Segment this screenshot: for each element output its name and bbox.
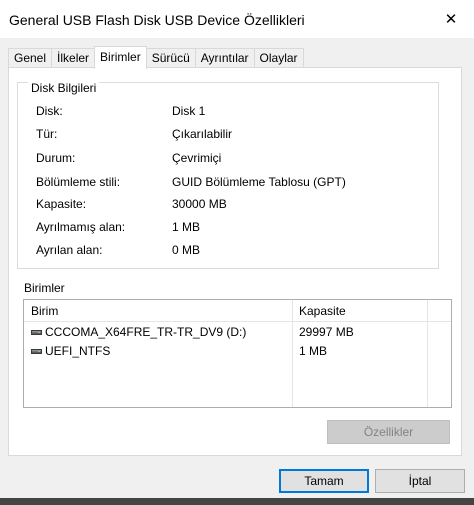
disk-info-group-label: Disk Bilgileri [28, 81, 100, 95]
info-key: Tür: [36, 127, 58, 141]
list-item[interactable]: CCCOMA_X64FRE_TR-TR_DV9 (D:) 29997 MB [24, 324, 451, 341]
info-key: Disk: [36, 104, 63, 118]
close-icon[interactable]: ✕ [428, 0, 474, 38]
taskbar-edge [0, 498, 474, 505]
list-item[interactable]: UEFI_NTFS 1 MB [24, 343, 451, 360]
info-row-reserved: Ayrılan alan: 0 MB [36, 243, 396, 259]
info-row-disk: Disk: Disk 1 [36, 104, 396, 120]
info-value: Çıkarılabilir [172, 127, 233, 141]
tab-birimler[interactable]: Birimler [94, 46, 147, 69]
tab-surucu[interactable]: Sürücü [145, 48, 196, 68]
volume-name: UEFI_NTFS [45, 344, 111, 358]
info-value: 30000 MB [172, 197, 227, 211]
cancel-button[interactable]: İptal [375, 469, 465, 493]
info-row-capacity: Kapasite: 30000 MB [36, 197, 396, 213]
tab-ayrintilar[interactable]: Ayrıntılar [194, 48, 255, 68]
info-key: Bölümleme stili: [36, 175, 121, 189]
info-key: Durum: [36, 151, 76, 165]
ok-button[interactable]: Tamam [279, 469, 369, 493]
volumes-label: Birimler [24, 281, 65, 295]
drive-icon [31, 349, 42, 354]
volumes-list[interactable]: Birim Kapasite CCCOMA_X64FRE_TR-TR_DV9 (… [23, 299, 452, 408]
list-header: Birim Kapasite [24, 300, 451, 322]
volume-capacity: 1 MB [299, 344, 328, 358]
column-header-volume[interactable]: Birim [31, 304, 58, 318]
tab-strip: Genel İlkeler Birimler Sürücü Ayrıntılar… [8, 46, 304, 69]
info-value: 1 MB [172, 220, 201, 234]
info-value: 0 MB [172, 243, 201, 257]
drive-icon [31, 330, 42, 335]
info-row-status: Durum: Çevrimiçi [36, 151, 396, 167]
info-key: Ayrılmamış alan: [36, 220, 126, 234]
info-row-partition-style: Bölümleme stili: GUID Bölümleme Tablosu … [36, 175, 396, 191]
info-value: Çevrimiçi [172, 151, 222, 165]
info-key: Kapasite: [36, 197, 87, 211]
info-key: Ayrılan alan: [36, 243, 103, 257]
info-value: GUID Bölümleme Tablosu (GPT) [172, 175, 346, 189]
column-header-capacity[interactable]: Kapasite [299, 304, 346, 318]
info-row-unallocated: Ayrılmamış alan: 1 MB [36, 220, 396, 236]
volume-name: CCCOMA_X64FRE_TR-TR_DV9 (D:) [45, 325, 247, 339]
info-value: Disk 1 [172, 104, 206, 118]
tab-olaylar[interactable]: Olaylar [253, 48, 304, 68]
window-title: General USB Flash Disk USB Device Özelli… [9, 12, 305, 28]
properties-button[interactable]: Özellikler [327, 420, 450, 444]
tab-genel[interactable]: Genel [8, 48, 53, 68]
title-bar: General USB Flash Disk USB Device Özelli… [0, 0, 474, 38]
volume-capacity: 29997 MB [299, 325, 354, 339]
info-row-type: Tür: Çıkarılabilir [36, 127, 396, 143]
tab-ilkeler[interactable]: İlkeler [51, 48, 96, 68]
